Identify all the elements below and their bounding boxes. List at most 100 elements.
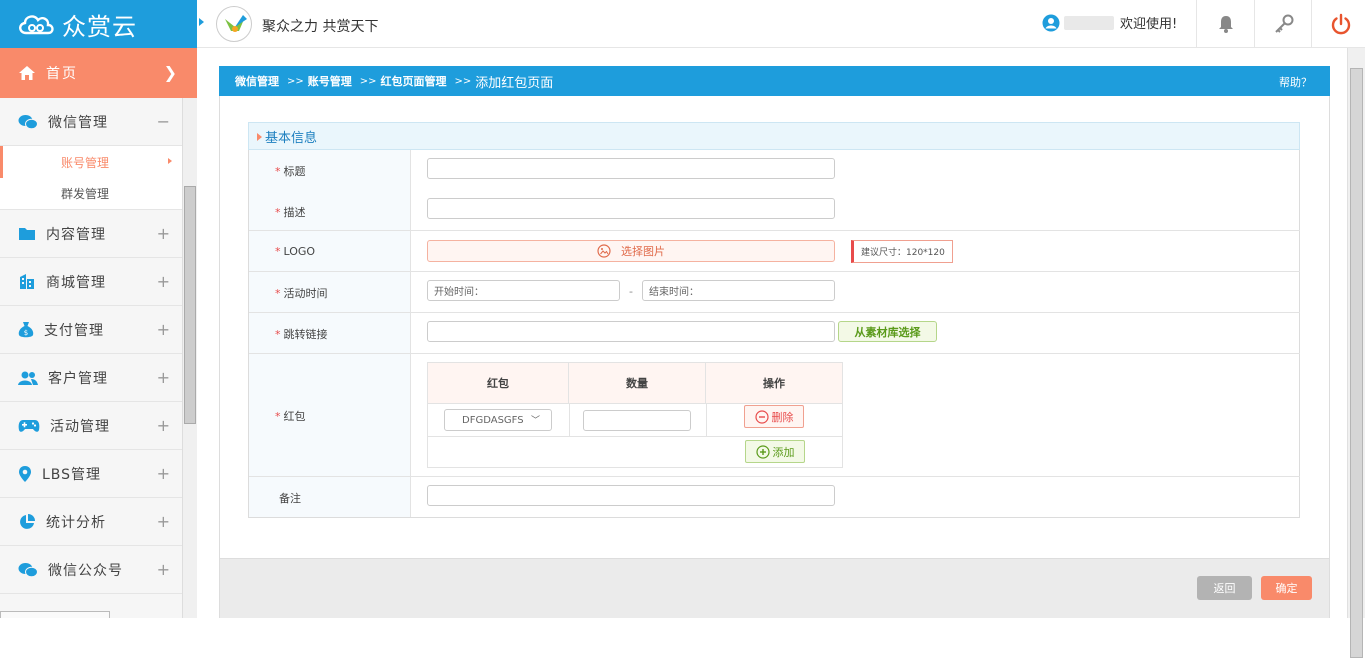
sidebar-item-label: 微信管理	[48, 114, 108, 131]
start-time-input[interactable]: 开始时间：	[427, 280, 620, 301]
field-label-link: * 跳转链接	[275, 328, 328, 341]
section-title: 基本信息	[265, 130, 318, 146]
help-link[interactable]: 帮助？	[1279, 74, 1312, 90]
redpack-select-value: DFGDASGFS	[462, 414, 524, 426]
add-button[interactable]: 添加	[745, 440, 805, 463]
notification-button[interactable]	[1196, 0, 1254, 48]
sidebar-item-content[interactable]: 内容管理 +	[0, 210, 182, 258]
link-input[interactable]	[427, 321, 835, 342]
password-button[interactable]	[1254, 0, 1312, 48]
upload-label: 选择图片	[621, 245, 665, 258]
table-header: 数量	[569, 363, 706, 403]
sidebar-item-label: 商城管理	[46, 274, 106, 291]
user-info[interactable]: 欢迎使用!	[1042, 13, 1177, 32]
delete-label: 删除	[771, 410, 794, 424]
row-divider	[249, 230, 1300, 231]
collapse-icon: −	[156, 112, 170, 131]
pie-chart-icon	[20, 513, 35, 529]
image-icon	[597, 244, 611, 258]
expand-icon: +	[156, 416, 170, 435]
sidebar-item-wechat-official[interactable]: 微信公众号 +	[0, 546, 182, 594]
main-scrollbar[interactable]	[1347, 48, 1365, 658]
pick-from-library-button[interactable]: 从素材库选择	[838, 321, 937, 342]
expand-icon: +	[156, 272, 170, 291]
table-divider	[428, 436, 842, 437]
redpack-select[interactable]: DFGDASGFS ﹀	[444, 409, 552, 431]
add-label: 添加	[772, 445, 795, 459]
sidebar-scrollbar[interactable]	[182, 98, 197, 618]
sidebar-item-label: 支付管理	[44, 322, 104, 339]
expand-icon: +	[156, 464, 170, 483]
table-header: 操作	[706, 363, 842, 403]
field-label-remark: 备注	[279, 492, 301, 505]
field-label-desc: * 描述	[275, 206, 306, 219]
confirm-button[interactable]: 确定	[1261, 576, 1312, 600]
sidebar-item-wechat[interactable]: 微信管理 −	[0, 98, 182, 146]
chevron-right-icon: ❯	[163, 63, 177, 82]
svg-text:$: $	[24, 329, 28, 337]
table-divider	[428, 403, 842, 404]
title-input[interactable]	[427, 158, 835, 179]
breadcrumb-separator: >>	[454, 75, 472, 87]
sidebar-item-home[interactable]: 首页 ❯	[0, 48, 197, 98]
power-icon	[1331, 13, 1350, 35]
expand-icon: +	[156, 512, 170, 531]
section-marker-icon	[257, 133, 262, 141]
sidebar-subitem-account[interactable]: 账号管理	[0, 146, 182, 178]
bottom-tab[interactable]	[0, 611, 110, 618]
sidebar-toggle[interactable]	[199, 18, 204, 26]
scroll-thumb[interactable]	[184, 186, 196, 424]
sidebar-item-customer[interactable]: 客户管理 +	[0, 354, 182, 402]
section-header: 基本信息	[248, 122, 1300, 150]
end-time-input[interactable]: 结束时间：	[642, 280, 835, 301]
key-icon	[1274, 14, 1293, 33]
sidebar-subitem-label: 账号管理	[61, 155, 110, 170]
bell-icon	[1218, 16, 1233, 33]
field-label-title: * 标题	[275, 165, 306, 178]
breadcrumb-item[interactable]: 账号管理	[308, 73, 352, 89]
delete-button[interactable]: 删除	[744, 405, 804, 428]
sidebar-item-label: 客户管理	[48, 370, 108, 387]
sidebar-item-payment[interactable]: $ 支付管理 +	[0, 306, 182, 354]
logout-button[interactable]	[1311, 0, 1365, 48]
breadcrumb-item[interactable]: 红包页面管理	[381, 73, 447, 89]
sidebar-subitem-broadcast[interactable]: 群发管理	[0, 178, 182, 210]
field-label-time: * 活动时间	[275, 287, 328, 300]
welcome-text: 欢迎使用!	[1120, 17, 1178, 32]
quantity-input[interactable]	[583, 410, 691, 431]
breadcrumb-item[interactable]: 微信管理	[235, 73, 279, 89]
row-divider	[249, 353, 1300, 354]
breadcrumb: 微信管理 >> 账号管理 >> 红包页面管理 >> 添加红包页面 帮助？	[219, 66, 1330, 96]
sidebar-item-mall[interactable]: 商城管理 +	[0, 258, 182, 306]
slogan: 聚众之力 共赏天下	[262, 19, 379, 35]
user-avatar-icon	[1042, 14, 1060, 31]
wechat-icon	[18, 562, 38, 577]
minus-circle-icon	[754, 409, 769, 424]
back-button[interactable]: 返回	[1197, 576, 1252, 600]
sidebar-item-lbs[interactable]: LBS管理 +	[0, 450, 182, 498]
table-header: 红包	[428, 363, 569, 403]
sidebar-item-activity[interactable]: 活动管理 +	[0, 402, 182, 450]
users-icon	[18, 371, 38, 385]
logo[interactable]: 众赏云	[0, 0, 197, 48]
chevron-down-icon: ﹀	[530, 416, 540, 426]
form-footer	[220, 558, 1329, 618]
scroll-thumb[interactable]	[1350, 68, 1363, 658]
sidebar-item-statistics[interactable]: 统计分析 +	[0, 498, 182, 546]
select-image-button[interactable]: 选择图片	[427, 240, 835, 262]
sidebar-menu: 微信管理 − 账号管理 群发管理 内容管理 + 商城管理 + $ 支付管理 + …	[0, 98, 182, 594]
home-label: 首页	[46, 66, 78, 82]
breadcrumb-separator: >>	[287, 75, 304, 87]
folder-icon	[19, 228, 35, 240]
building-icon	[20, 274, 34, 289]
remark-input[interactable]	[427, 485, 835, 506]
logo-size-hint: 建议尺寸：120*120	[851, 240, 953, 263]
description-input[interactable]	[427, 198, 835, 219]
expand-icon: +	[156, 368, 170, 387]
sidebar-item-label: 内容管理	[46, 226, 106, 243]
gamepad-icon	[18, 419, 40, 432]
username-blurred	[1064, 15, 1114, 30]
breadcrumb-separator: >>	[359, 75, 377, 87]
table-divider	[706, 403, 707, 436]
breadcrumb-current: 添加红包页面	[475, 75, 554, 91]
